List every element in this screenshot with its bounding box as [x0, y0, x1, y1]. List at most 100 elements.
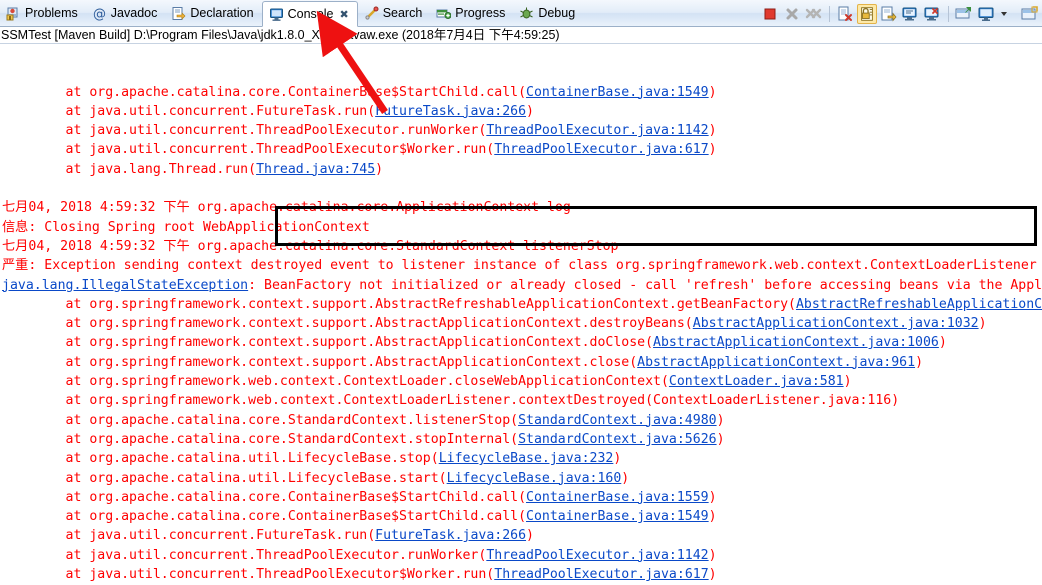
console-line: at java.util.concurrent.ThreadPoolExecut… [2, 140, 1042, 159]
tab-label: Debug [538, 6, 576, 21]
console-text: at org.apache.catalina.core.ContainerBas… [2, 84, 527, 100]
console-line: at org.apache.catalina.core.ContainerBas… [2, 507, 1042, 526]
console-text: ) [716, 431, 725, 447]
console-text: at org.springframework.context.support.A… [2, 354, 638, 370]
console-text: ) [843, 374, 852, 390]
console-text: at org.springframework.web.context.Conte… [2, 393, 654, 409]
console-line: at org.apache.catalina.core.StandardCont… [2, 430, 1042, 449]
tab-declaration[interactable]: Declaration [165, 1, 261, 26]
console-line: at org.apache.catalina.core.ContainerBas… [2, 83, 1042, 102]
console-text: ) [708, 567, 717, 583]
open-console-button[interactable] [1020, 4, 1040, 24]
stack-trace-link[interactable]: FutureTask.java:266 [375, 104, 526, 119]
console-line: at java.util.concurrent.FutureTask.run(F… [2, 102, 1042, 121]
progress-icon [436, 6, 452, 21]
console-text: 七月04, 2018 4:59:32 下午 org.apache.catalin… [2, 238, 619, 254]
scroll-lock-button[interactable] [857, 4, 877, 24]
stack-trace-link[interactable]: ThreadPoolExecutor.java:1142 [486, 123, 708, 138]
stack-trace-link[interactable]: Thread.java:745 [256, 162, 375, 177]
console-text: ) [621, 470, 630, 486]
show-console-on-output-button[interactable] [901, 4, 921, 24]
console-text: ) [915, 354, 924, 370]
remove-all-terminated-button[interactable] [804, 4, 824, 24]
stack-trace-link[interactable]: FutureTask.java:266 [375, 528, 526, 543]
tab-problems[interactable]: Problems [0, 1, 86, 26]
stack-trace-link[interactable]: AbstractApplicationContext.java:1006 [653, 335, 939, 350]
console-toolbar [760, 4, 1040, 24]
console-text: 七月04, 2018 4:59:32 下午 org.apache.catalin… [2, 200, 571, 216]
console-text: ) [716, 412, 725, 428]
console-text: at org.springframework.context.support.A… [2, 316, 693, 332]
remove-launch-button[interactable] [782, 4, 802, 24]
stack-trace-link[interactable]: AbstractRefreshableApplicationContext.ja… [796, 297, 1042, 312]
tab-label: Javadoc [110, 6, 158, 21]
console-text: at java.lang.Thread.run( [2, 161, 257, 177]
console-line: at org.springframework.context.support.A… [2, 333, 1042, 352]
chevron-down-icon[interactable] [998, 4, 1018, 24]
console-output[interactable]: at org.apache.catalina.core.ContainerBas… [0, 44, 1042, 584]
console-text: ) [891, 393, 900, 409]
stack-trace-link[interactable]: ContainerBase.java:1549 [526, 509, 709, 524]
word-wrap-button[interactable] [879, 4, 899, 24]
console-text: at org.apache.catalina.util.LifecycleBas… [2, 451, 439, 467]
stack-trace-link[interactable]: StandardContext.java:4980 [518, 413, 717, 428]
console-line: at org.apache.catalina.core.StandardCont… [2, 411, 1042, 430]
console-text: at java.util.concurrent.ThreadPoolExecut… [2, 142, 495, 158]
console-launch-header: SSMTest [Maven Build] D:\Program Files\J… [0, 27, 1042, 44]
stack-trace-link[interactable]: java.lang.IllegalStateException [2, 278, 248, 293]
console-text: ) [708, 123, 717, 139]
stack-trace-link[interactable]: ContainerBase.java:1549 [526, 85, 709, 100]
show-console-on-error-button[interactable] [923, 4, 943, 24]
stack-trace-link[interactable]: LifecycleBase.java:232 [439, 451, 614, 466]
stack-trace-link[interactable]: ThreadPoolExecutor.java:617 [494, 142, 708, 157]
console-text: ) [708, 489, 717, 505]
separator-2 [948, 6, 949, 22]
stack-trace-link[interactable]: ContextLoader.java:581 [669, 374, 844, 389]
console-text: ) [375, 161, 384, 177]
console-text: ) [708, 142, 717, 158]
stack-trace-link[interactable]: ThreadPoolExecutor.java:617 [494, 567, 708, 582]
tab-label: Declaration [190, 6, 254, 21]
console-line: 七月04, 2018 4:59:32 下午 org.apache.catalin… [2, 198, 1042, 217]
tab-debug[interactable]: Debug [513, 1, 583, 26]
console-line: at org.apache.catalina.util.LifecycleBas… [2, 469, 1042, 488]
view-tab-bar: Problems @ Javadoc Declaration Console ✖… [0, 0, 1042, 27]
console-line: at org.apache.catalina.util.LifecycleBas… [2, 449, 1042, 468]
stack-trace-link[interactable]: AbstractApplicationContext.java:1032 [693, 316, 979, 331]
clear-console-button[interactable] [835, 4, 855, 24]
tab-label: Progress [455, 6, 506, 21]
stack-trace-link[interactable]: StandardContext.java:5626 [518, 432, 717, 447]
stack-trace-link[interactable]: ThreadPoolExecutor.java:1142 [486, 548, 708, 563]
tab-label: Search [382, 6, 423, 21]
debug-icon [519, 6, 534, 21]
tab-progress[interactable]: Progress [430, 1, 513, 26]
pin-console-button[interactable] [954, 4, 974, 24]
tab-search[interactable]: Search [358, 1, 431, 26]
console-text: at org.apache.catalina.util.LifecycleBas… [2, 470, 447, 486]
console-text: at org.springframework.context.support.A… [2, 296, 796, 312]
terminate-button[interactable] [760, 4, 780, 24]
close-icon[interactable]: ✖ [339, 8, 348, 21]
console-text: ) [978, 316, 987, 332]
tab-console[interactable]: Console ✖ [261, 1, 358, 27]
separator-1 [829, 6, 830, 22]
console-line: 严重: Exception sending context destroyed … [2, 256, 1042, 275]
console-line: at org.springframework.web.context.Conte… [2, 391, 1042, 410]
stack-trace-link[interactable]: ContainerBase.java:1559 [526, 490, 709, 505]
console-text: at org.apache.catalina.core.StandardCont… [2, 412, 519, 428]
search-icon [364, 6, 379, 21]
console-text: 信息: Closing Spring root WebApplicationCo… [2, 219, 370, 235]
console-line: at org.springframework.context.support.A… [2, 353, 1042, 372]
display-selected-console-button[interactable] [976, 4, 996, 24]
console-text: 严重: Exception sending context destroyed … [2, 258, 1037, 274]
console-icon [269, 7, 284, 22]
console-text: ) [526, 103, 534, 119]
stack-trace-link[interactable]: AbstractApplicationContext.java:961 [637, 355, 915, 370]
console-text: at org.springframework.web.context.Conte… [2, 374, 669, 390]
tab-javadoc[interactable]: @ Javadoc [86, 1, 166, 26]
console-line: at org.springframework.context.support.A… [2, 314, 1042, 333]
console-text: at org.apache.catalina.core.ContainerBas… [2, 509, 527, 525]
console-line: 七月04, 2018 4:59:32 下午 org.apache.catalin… [2, 237, 1042, 256]
console-text: ) [526, 528, 534, 544]
stack-trace-link[interactable]: LifecycleBase.java:160 [447, 471, 622, 486]
